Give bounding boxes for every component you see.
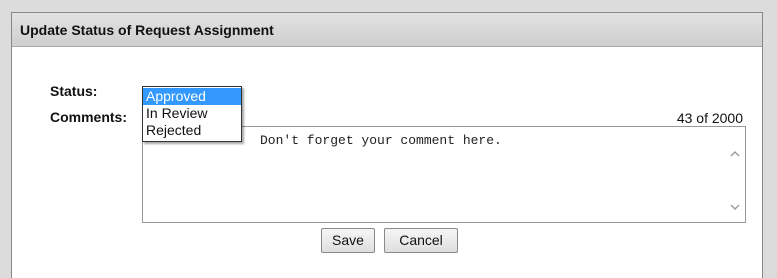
status-label: Status: xyxy=(50,83,98,99)
comments-label: Comments: xyxy=(50,109,128,125)
comments-text[interactable]: Don't forget your comment here. xyxy=(260,133,502,148)
save-button[interactable]: Save xyxy=(321,228,375,253)
cancel-button[interactable]: Cancel xyxy=(384,228,458,253)
chevron-up-icon[interactable] xyxy=(727,147,743,163)
status-option-approved[interactable]: Approved xyxy=(143,88,241,105)
status-option-rejected[interactable]: Rejected xyxy=(143,122,241,139)
status-option-in-review[interactable]: In Review xyxy=(143,105,241,122)
chevron-down-icon[interactable] xyxy=(727,200,743,216)
status-dropdown-list[interactable]: Approved In Review Rejected xyxy=(142,86,242,142)
dialog-title: Update Status of Request Assignment xyxy=(12,13,762,47)
update-status-dialog: Update Status of Request Assignment Stat… xyxy=(11,12,763,278)
character-counter: 43 of 2000 xyxy=(676,110,743,126)
